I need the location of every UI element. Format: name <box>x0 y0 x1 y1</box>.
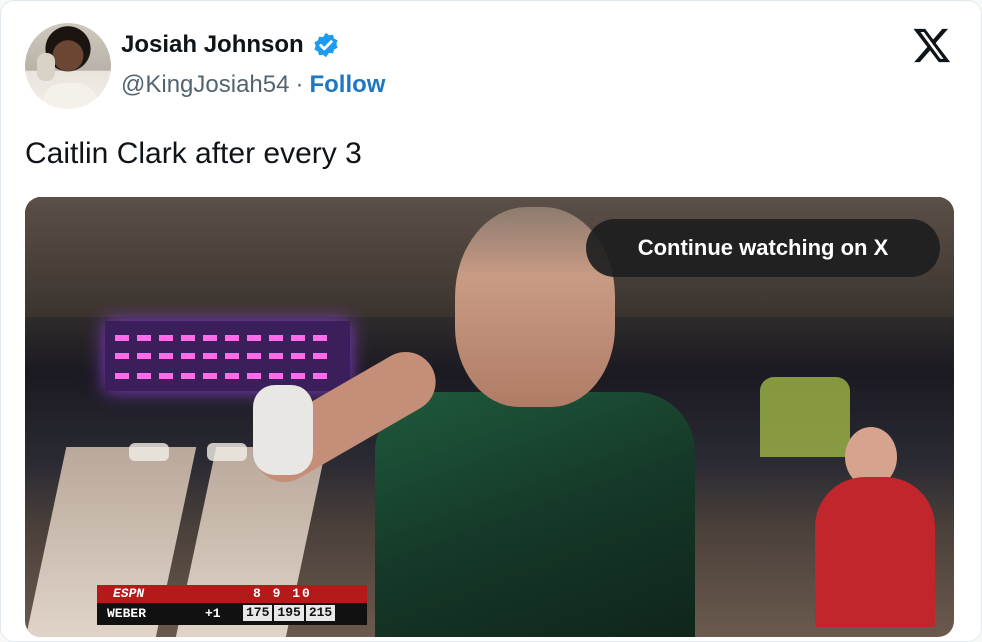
author-handle[interactable]: @KingJosiah54 <box>121 71 289 99</box>
verified-badge-icon <box>314 32 338 58</box>
author-handle-row: @KingJosiah54 · Follow <box>121 71 385 99</box>
bowler-shirt <box>375 392 695 637</box>
author-name[interactable]: Josiah Johnson <box>121 31 304 59</box>
bowling-pins <box>129 443 169 461</box>
frame-labels: 8 9 10 <box>253 586 312 601</box>
avatar-shirt <box>43 83 97 109</box>
avatar-hand <box>37 53 55 81</box>
author-name-row: Josiah Johnson <box>121 31 340 59</box>
bowler-glove <box>253 385 313 475</box>
scoreboard-lights <box>115 353 335 359</box>
continue-watching-button[interactable]: Continue watching on X <box>586 219 940 277</box>
player-name: WEBER <box>107 606 147 621</box>
score-diff: +1 <box>205 606 221 621</box>
tweet-card: Josiah Johnson @KingJosiah54 · Follow Ca… <box>0 0 982 642</box>
score-cells: 175 195 215 <box>243 605 336 621</box>
author-avatar[interactable] <box>25 23 111 109</box>
network-logo: ESPN <box>113 586 145 601</box>
score-cell: 175 <box>243 605 273 621</box>
video-player[interactable]: Continue watching on X ESPN 8 9 10 WEBER… <box>25 197 954 637</box>
background-spectators <box>760 377 850 457</box>
tv-scorebug: ESPN 8 9 10 WEBER +1 175 195 215 <box>97 585 367 625</box>
bowling-pins <box>207 443 247 461</box>
handle-separator: · <box>295 71 304 98</box>
scoreboard-lights <box>115 335 335 341</box>
score-cell: 215 <box>305 605 336 621</box>
score-cell: 195 <box>274 605 304 621</box>
x-logo-icon[interactable] <box>911 25 953 65</box>
tweet-text: Caitlin Clark after every 3 <box>25 137 362 170</box>
bystander <box>815 477 935 627</box>
follow-button[interactable]: Follow <box>309 71 385 99</box>
scoreboard-lights <box>115 373 335 379</box>
